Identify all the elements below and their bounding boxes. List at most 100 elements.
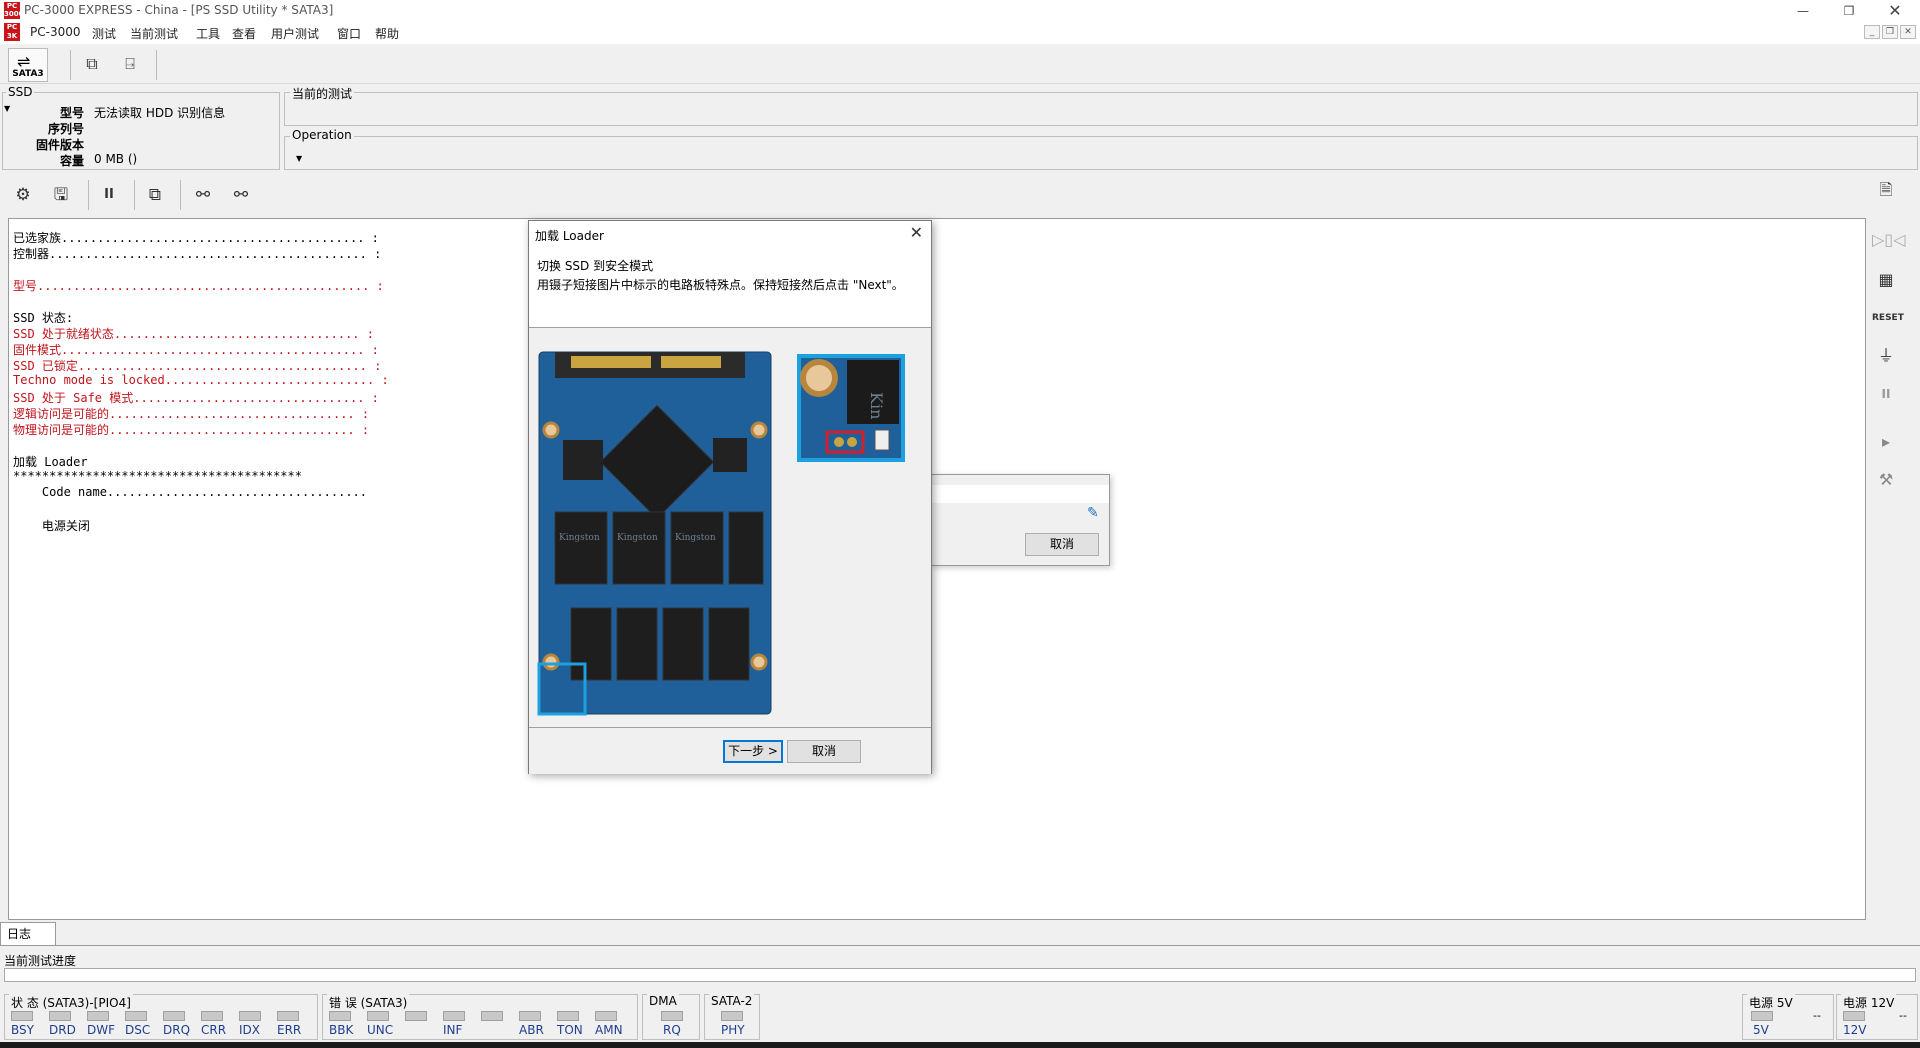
log-line: 逻辑访问是可能的................................… (13, 407, 370, 421)
mdi-restore-icon[interactable]: ❐ (1882, 25, 1898, 39)
mdi-close-icon[interactable]: ✕ (1900, 25, 1916, 39)
loader-dialog: 加载 Loader ✕ 切换 SSD 到安全模式 用镊子短接图片中标示的电路板特… (528, 220, 932, 774)
log-line: Techno mode is locked...................… (13, 373, 389, 387)
log-line: 控制器.....................................… (13, 247, 382, 261)
sd-card-icon[interactable]: 🗎 (1872, 176, 1900, 204)
status-led (443, 1011, 465, 1021)
log-line: 已选家族....................................… (13, 231, 379, 245)
binoculars-next-icon[interactable]: ⚯ (228, 182, 254, 208)
reset-icon[interactable]: RESET (1872, 304, 1904, 332)
restore-icon[interactable]: ❐ (1826, 0, 1872, 22)
background-popup: ✎ 取消 (930, 474, 1110, 566)
toolbar-divider (70, 50, 71, 80)
power-12v-group: 电源 12V 12V -- (1836, 994, 1918, 1040)
chip-board-icon[interactable]: ▦ (1872, 266, 1900, 294)
led-label-12v: 12V (1843, 1023, 1867, 1037)
minimize-icon[interactable]: — (1780, 0, 1826, 22)
dialog-title: 加载 Loader (535, 229, 604, 243)
power-5v-title: 电源 5V (1747, 994, 1795, 1011)
copy-icon[interactable]: ⧉ (142, 182, 168, 208)
status-group: 状 态 (SATA3)-[PIO4] BSY DRD DWF DSC DRQ CRR IDX… (4, 994, 318, 1040)
binoculars-icon[interactable]: ⚯ (190, 182, 216, 208)
capacity-key: 容量 (59, 154, 84, 168)
status-led (201, 1011, 223, 1021)
signal-icon[interactable]: ▷▯◁ (1872, 226, 1905, 254)
operation-dropdown-icon[interactable]: ▼ (296, 154, 302, 163)
log-line: SSD 已锁定.................................… (13, 359, 382, 373)
chip-arrow-icon[interactable]: ▸ (1872, 428, 1900, 456)
status-led (87, 1011, 109, 1021)
ssd-pcb-image: Kingston Kingston Kingston Kin (537, 351, 905, 716)
capacity-value: 0 MB () (94, 152, 138, 166)
tab-log[interactable]: 日志 (0, 922, 56, 946)
dialog-body: Kingston Kingston Kingston Kin (529, 328, 931, 728)
puzzle-icon[interactable]: ⚙ (10, 182, 36, 208)
dialog-close-icon[interactable]: ✕ (910, 223, 923, 242)
menu-bar: PC 3K PC-3000 测试 当前测试 工具 查看 用户测试 窗口 帮助 _ … (0, 22, 1920, 44)
pause-icon[interactable]: II (96, 182, 122, 208)
menu-user-test[interactable]: 用户测试 (271, 25, 319, 42)
firmware-key: 固件版本 (35, 138, 84, 152)
status-led-label: AMN (595, 1023, 623, 1037)
dialog-header: 切换 SSD 到安全模式 用镊子短接图片中标示的电路板特殊点。保持短接然后点击 … (529, 251, 931, 328)
window-title: PC-3000 EXPRESS - China - [PS SSD Utilit… (24, 3, 334, 17)
led-5v (1751, 1011, 1773, 1021)
menu-test[interactable]: 测试 (92, 25, 116, 42)
menu-help[interactable]: 帮助 (375, 25, 399, 42)
disk-save-icon[interactable]: 🖫 (48, 182, 74, 208)
dialog-heading: 切换 SSD 到安全模式 (537, 259, 654, 273)
dialog-footer: 下一步 > 取消 (529, 728, 931, 774)
model-value: 无法读取 HDD 识别信息 (94, 106, 226, 120)
model-key: 型号 (59, 106, 84, 120)
led-label-rq: RQ (663, 1023, 681, 1037)
led-12v (1843, 1011, 1865, 1021)
power-12v-title: 电源 12V (1841, 994, 1897, 1011)
cancel-button[interactable]: 取消 (787, 740, 861, 763)
sata-port-button[interactable]: ⇌ SATA3 (8, 48, 48, 82)
log-line: **************************************** (13, 469, 302, 483)
status-led-label: IDX (239, 1023, 260, 1037)
menu-window[interactable]: 窗口 (337, 25, 361, 42)
current-test-group (284, 92, 1918, 126)
chip-brand: Kingston (559, 533, 600, 543)
status-led (519, 1011, 541, 1021)
log-line: SSD 处于就绪状态..............................… (13, 327, 374, 341)
zoom-chip-brand: Kin (867, 392, 886, 419)
status-led (595, 1011, 617, 1021)
pin-icon[interactable]: ✎ (1087, 505, 1099, 521)
log-line: 型号......................................… (13, 279, 384, 293)
serial-key: 序列号 (47, 122, 84, 136)
status-led (11, 1011, 33, 1021)
dma-group-title: DMA (647, 994, 679, 1008)
probe-icon[interactable]: ⏚ (1872, 342, 1900, 370)
exit-door-icon[interactable]: ⍈ (118, 52, 142, 76)
status-led-label: ABR (519, 1023, 544, 1037)
toolbar-divider (134, 180, 135, 210)
dropdown-arrow-icon[interactable]: ▼ (4, 104, 10, 113)
status-led-label: BSY (11, 1023, 34, 1037)
error-group-title: 错 误 (SATA3) (327, 994, 410, 1011)
status-led (49, 1011, 71, 1021)
next-button[interactable]: 下一步 > (723, 740, 783, 763)
log-line: 固件模式....................................… (13, 343, 379, 357)
status-led-label: TON (557, 1023, 583, 1037)
log-panel[interactable]: 已选家族....................................… (8, 218, 1866, 920)
popup-cancel-button[interactable]: 取消 (1025, 533, 1099, 556)
copy-windows-icon[interactable]: ⧉ (80, 52, 104, 76)
log-line: 电源关闭 (13, 519, 90, 533)
menu-current-test[interactable]: 当前测试 (130, 25, 178, 42)
mdi-minimize-icon[interactable]: _ (1864, 25, 1880, 39)
menu-pc3000[interactable]: PC-3000 (30, 25, 80, 39)
menu-tools[interactable]: 工具 (196, 25, 220, 42)
status-led (163, 1011, 185, 1021)
operation-group (284, 136, 1918, 170)
tab-divider (0, 945, 1920, 946)
power-12v-value: -- (1899, 1009, 1907, 1022)
main-toolbar: ⇌ SATA3 ⧉ ⍈ (0, 44, 1920, 84)
tools-icon[interactable]: ⚒ (1872, 466, 1900, 494)
power-5v-value: -- (1813, 1009, 1821, 1022)
power-5v-group: 电源 5V 5V -- (1742, 994, 1834, 1040)
pause-side-icon[interactable]: II (1872, 380, 1900, 408)
menu-view[interactable]: 查看 (232, 25, 256, 42)
close-window-icon[interactable]: ✕ (1872, 0, 1918, 22)
